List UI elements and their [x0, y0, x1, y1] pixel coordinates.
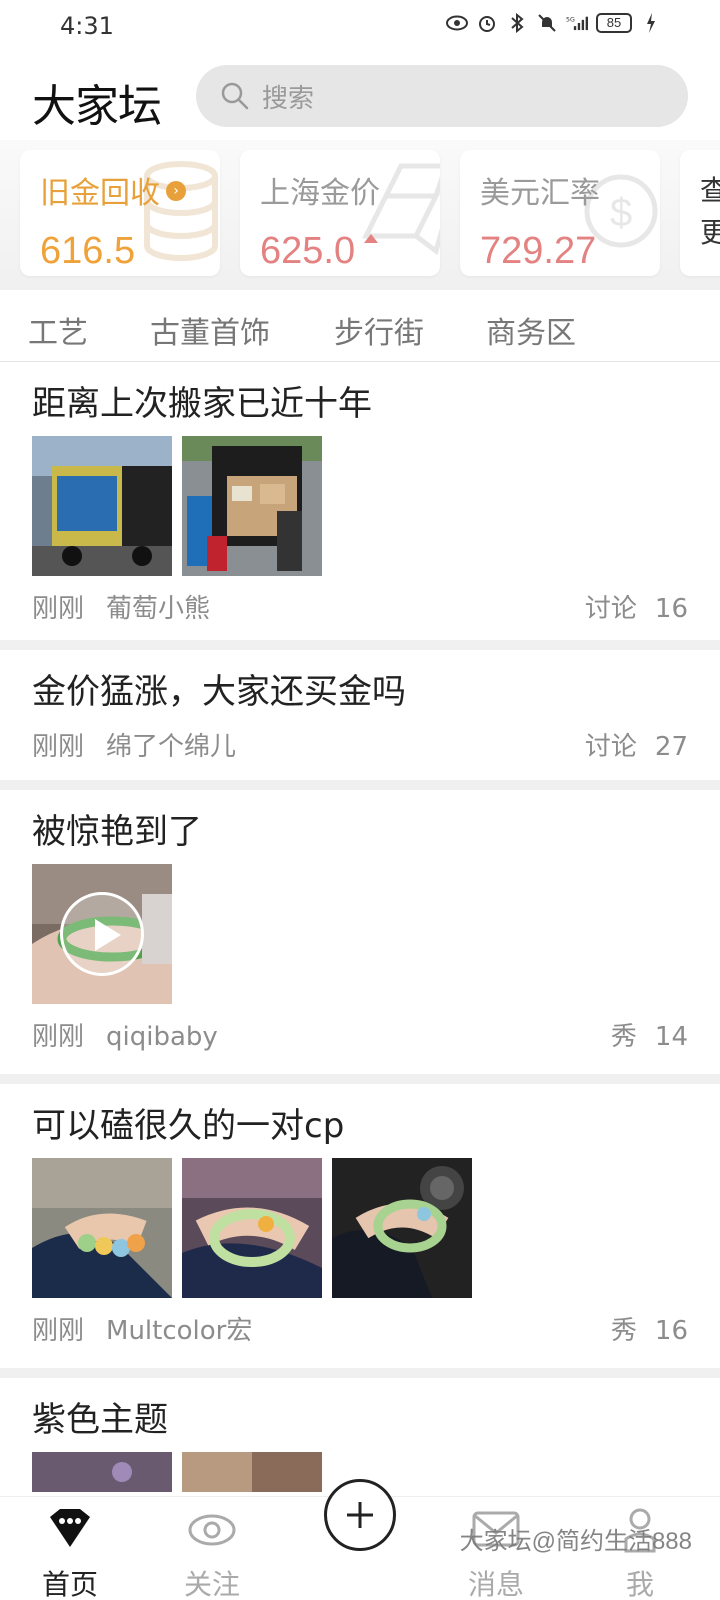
status-icons: 5G 85: [446, 12, 662, 34]
post-author[interactable]: 绵了个绵儿: [106, 732, 236, 762]
post-title[interactable]: 金价猛涨，大家还买金吗: [32, 670, 688, 714]
watermark-text: 大家坛@简约生活888: [459, 1528, 692, 1555]
post-count: 27: [654, 731, 688, 762]
post-item[interactable]: 距离上次搬家已近十年 刚刚 葡萄小熊 讨论 16: [0, 362, 720, 650]
post-item[interactable]: 可以磕很久的一对cp 刚刚 Multcolor宏 秀 16: [0, 1084, 720, 1378]
card-usd-rate[interactable]: $ 美元汇率 729.27: [460, 150, 660, 276]
category-tabs: 工艺 古董首饰 步行街 商务区: [0, 290, 720, 362]
post-time: 刚刚: [32, 731, 85, 762]
eye-icon: [188, 1514, 236, 1546]
post-count: 14: [654, 1021, 688, 1052]
post-category: 秀: [610, 1021, 637, 1052]
post-meta: 刚刚 qiqibaby 秀 14: [32, 1004, 688, 1064]
nav-home[interactable]: 首页: [20, 1507, 120, 1600]
chevron-right-icon: ›: [166, 180, 186, 201]
post-item[interactable]: 被惊艳到了 刚刚 qiqibaby 秀 14: [0, 790, 720, 1084]
price-up-icon: [364, 234, 378, 243]
post-item[interactable]: 金价猛涨，大家还买金吗 刚刚 绵了个绵儿 讨论 27: [0, 650, 720, 790]
status-time: 4:31: [60, 12, 114, 40]
battery-indicator: 85: [596, 13, 632, 33]
post-image[interactable]: [332, 1158, 472, 1298]
post-time: 刚刚: [32, 1021, 85, 1052]
card-more[interactable]: 查更: [680, 150, 720, 276]
bottom-nav: 首页 关注 消息 我 大家坛@简约生活888: [0, 1479, 720, 1600]
post-time: 刚刚: [32, 1315, 85, 1346]
card-value: 625.0: [260, 230, 356, 272]
price-cards: 旧金回收 › 616.5 上海金价 625.0 $ 美元汇率 729.27 查更: [0, 140, 720, 290]
post-category: 讨论: [584, 593, 637, 624]
app-header: 大家坛 搜索: [0, 60, 720, 132]
post-feed: 距离上次搬家已近十年 刚刚 葡萄小熊 讨论 16 金价猛涨，大家还买金吗 刚刚 绵了个…: [0, 362, 720, 1538]
post-time: 刚刚: [32, 593, 85, 624]
post-title[interactable]: 被惊艳到了: [32, 810, 688, 854]
post-title[interactable]: 距离上次搬家已近十年: [32, 382, 688, 426]
create-post-button[interactable]: [324, 1479, 396, 1551]
post-image[interactable]: [32, 1158, 172, 1298]
tab-business-zone[interactable]: 商务区: [486, 308, 576, 352]
play-icon[interactable]: [60, 892, 144, 976]
card-shanghai-gold[interactable]: 上海金价 625.0: [240, 150, 440, 276]
nav-profile-label: 我: [625, 1568, 654, 1600]
card-label: 美元汇率: [480, 176, 600, 211]
nav-follow[interactable]: 关注: [162, 1507, 262, 1600]
post-meta: 刚刚 Multcolor宏 秀 16: [32, 1298, 688, 1358]
card-label: 旧金回收 ›: [40, 168, 186, 212]
card-label-text: 旧金回收: [40, 176, 160, 211]
post-video[interactable]: [32, 864, 172, 1004]
search-icon: [221, 82, 249, 110]
nav-home-label: 首页: [41, 1568, 98, 1600]
post-author[interactable]: 葡萄小熊: [106, 594, 210, 624]
charging-icon: [640, 12, 662, 34]
search-placeholder: 搜索: [262, 83, 315, 114]
app-logo[interactable]: 大家坛: [32, 70, 162, 134]
post-title[interactable]: 可以磕很久的一对cp: [32, 1104, 688, 1148]
card-label: 上海金价: [260, 176, 380, 211]
card-more-label: 查更: [700, 174, 720, 249]
bluetooth-icon: [506, 12, 528, 34]
post-image[interactable]: [32, 1452, 172, 1492]
post-category: 讨论: [584, 731, 637, 762]
alarm-icon: [476, 12, 498, 34]
post-author[interactable]: qiqibaby: [106, 1022, 218, 1052]
nav-messages-label: 消息: [467, 1568, 524, 1600]
post-thumbnails: [32, 1158, 688, 1298]
post-meta: 刚刚 绵了个绵儿 讨论 27: [32, 714, 688, 774]
post-category: 秀: [610, 1315, 637, 1346]
eye-icon: [446, 12, 468, 34]
tab-antique-jewelry[interactable]: 古董首饰: [150, 308, 270, 352]
post-meta: 刚刚 葡萄小熊 讨论 16: [32, 576, 688, 636]
post-image[interactable]: [32, 436, 172, 576]
tab-craft[interactable]: 工艺: [28, 308, 88, 352]
diamond-home-icon: [50, 1509, 90, 1547]
post-thumbnails: [32, 864, 688, 1004]
tab-pedestrian-street[interactable]: 步行街: [334, 308, 424, 352]
post-count: 16: [654, 593, 688, 624]
signal-icon: 5G: [566, 12, 588, 34]
post-title[interactable]: 紫色主题: [32, 1398, 688, 1442]
card-gold-recycle[interactable]: 旧金回收 › 616.5: [20, 150, 220, 276]
mute-bell-icon: [536, 12, 558, 34]
post-image[interactable]: [182, 1158, 322, 1298]
search-bar[interactable]: 搜索: [196, 65, 688, 127]
nav-follow-label: 关注: [183, 1568, 240, 1600]
post-count: 16: [654, 1315, 688, 1346]
post-image[interactable]: [182, 1452, 322, 1492]
card-value: 729.27: [480, 230, 597, 272]
post-image[interactable]: [182, 436, 322, 576]
signal-label: 5G: [566, 16, 575, 23]
status-bar: 4:31 5G 85: [0, 0, 720, 56]
svg-text:$: $: [610, 191, 632, 235]
post-author[interactable]: Multcolor宏: [106, 1316, 252, 1346]
post-thumbnails: [32, 436, 688, 576]
card-value: 616.5: [40, 230, 136, 272]
